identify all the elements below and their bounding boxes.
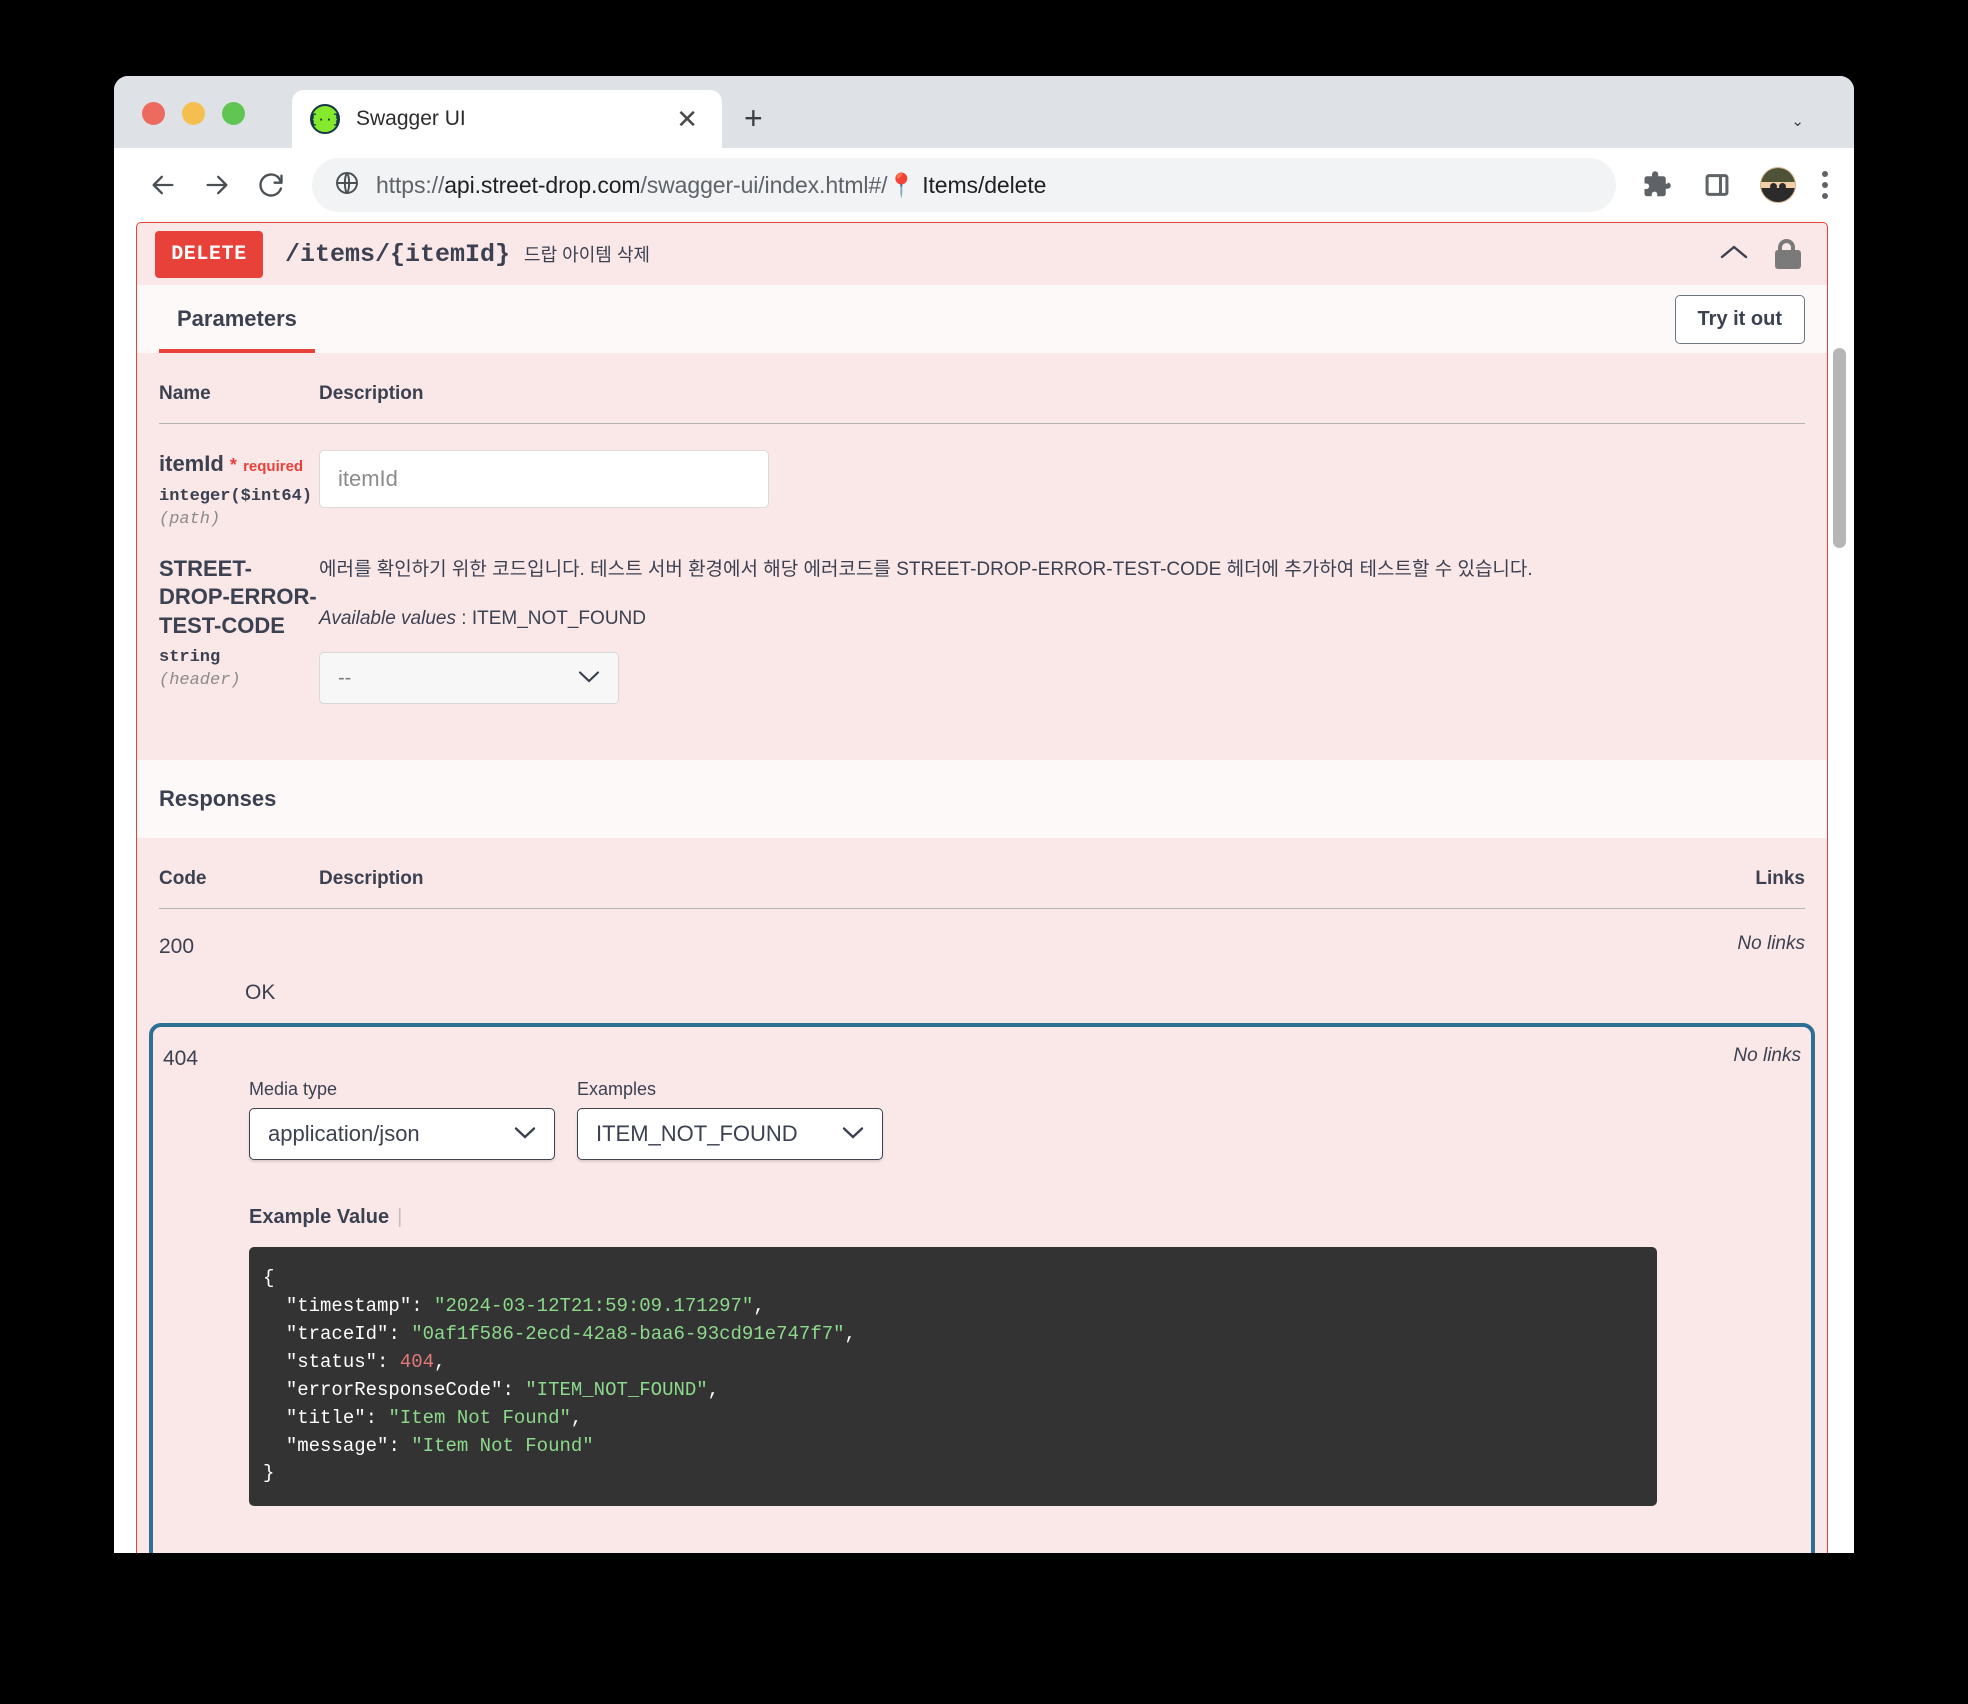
examples-label: Examples xyxy=(577,1079,657,1100)
parameter-name-text: itemId xyxy=(159,451,224,476)
response-code-200: 200 xyxy=(159,935,195,959)
response-description-200: OK xyxy=(245,981,276,1005)
reload-button[interactable] xyxy=(244,158,298,212)
site-info-globe-icon[interactable] xyxy=(334,170,360,201)
response-links-404: No links xyxy=(1733,1045,1801,1067)
media-type-value: application/json xyxy=(268,1121,420,1147)
swagger-favicon-icon: {··} xyxy=(309,104,341,134)
available-values-label: Available values xyxy=(319,608,456,630)
parameters-table: Name Description itemId * required integ… xyxy=(159,353,1805,705)
toolbar-icons xyxy=(1630,167,1832,203)
column-header-description: Description xyxy=(319,353,1805,424)
browser-toolbar: https://api.street-drop.com/swagger-ui/i… xyxy=(114,148,1854,222)
example-value-code-block[interactable]: { "timestamp": "2024-03-12T21:59:09.1712… xyxy=(249,1247,1657,1507)
close-tab-icon[interactable]: ✕ xyxy=(670,106,704,132)
minimize-window-button[interactable] xyxy=(182,102,205,125)
unlocked-padlock-icon[interactable] xyxy=(1775,239,1801,269)
example-value-text: Example Value xyxy=(249,1206,390,1229)
itemid-input[interactable]: itemId xyxy=(319,450,769,508)
parameters-table-header: Name Description xyxy=(159,353,1805,424)
tab-title: Swagger UI xyxy=(356,107,466,130)
example-description-label: Example Description xyxy=(249,1552,1801,1553)
column-header-code: Code xyxy=(159,838,319,910)
close-window-button[interactable] xyxy=(142,102,165,125)
address-bar-url: https://api.street-drop.com/swagger-ui/i… xyxy=(376,171,1047,198)
page-scrollbar-thumb[interactable] xyxy=(1833,348,1846,548)
divider: | xyxy=(397,1206,403,1229)
media-type-select[interactable]: application/json xyxy=(249,1108,555,1161)
window-traffic-lights xyxy=(142,102,245,125)
chevron-down-icon xyxy=(816,1124,864,1144)
parameter-description: 에러를 확인하기 위한 코드입니다. 테스트 서버 환경에서 해당 에러코드를 … xyxy=(319,558,1533,580)
back-button[interactable] xyxy=(136,158,190,212)
examples-value: ITEM_NOT_FOUND xyxy=(596,1121,798,1147)
operation-tabs: Parameters Try it out xyxy=(137,285,1827,353)
responses-table: Code Description Links xyxy=(159,838,1805,910)
parameter-type: string xyxy=(159,648,221,668)
parameter-row-itemid: itemId * required integer($int64) (path)… xyxy=(159,424,1805,529)
media-type-label: Media type xyxy=(249,1079,338,1100)
parameter-name-cell: itemId * required integer($int64) (path) xyxy=(159,424,319,529)
response-links-200: No links xyxy=(1737,933,1805,955)
select-value: -- xyxy=(338,666,352,689)
parameter-name-cell: STREET-DROP-ERROR-TEST-CODE string (head… xyxy=(159,529,319,704)
browser-tab-swagger-ui[interactable]: {··} Swagger UI ✕ xyxy=(292,90,722,148)
example-value-label: Example Value | xyxy=(249,1206,1801,1229)
response-code-404: 404 xyxy=(163,1047,199,1071)
examples-select[interactable]: ITEM_NOT_FOUND xyxy=(577,1108,883,1161)
parameters-section: Name Description itemId * required integ… xyxy=(137,353,1827,761)
response-row-200: 200 No links OK xyxy=(159,909,1805,1005)
new-tab-button[interactable]: + xyxy=(744,102,763,134)
error-test-code-select[interactable]: -- xyxy=(319,652,619,705)
responses-section: Code Description Links 200 No links OK 4… xyxy=(137,838,1827,1553)
operation-path: /items/{itemId} xyxy=(285,239,511,269)
responses-section-title: Responses xyxy=(137,760,1827,839)
profile-avatar[interactable] xyxy=(1760,167,1796,203)
operation-body: Parameters Try it out Name Description i… xyxy=(137,285,1827,1553)
browser-menu-icon[interactable] xyxy=(1822,171,1828,199)
try-it-out-button[interactable]: Try it out xyxy=(1674,294,1805,344)
parameter-row-error-test-code: STREET-DROP-ERROR-TEST-CODE string (head… xyxy=(159,529,1805,705)
available-values-list: ITEM_NOT_FOUND xyxy=(471,608,646,630)
available-values: Available values : ITEM_NOT_FOUND xyxy=(319,608,646,630)
tab-parameters[interactable]: Parameters xyxy=(159,285,315,353)
maximize-window-button[interactable] xyxy=(222,102,245,125)
browser-window: {··} Swagger UI ✕ + ⌄ https://api.street… xyxy=(114,76,1854,1553)
page-scrollbar-track[interactable] xyxy=(1833,222,1850,1553)
operation-summary[interactable]: DELETE /items/{itemId} 드랍 아이템 삭제 xyxy=(137,223,1827,285)
parameter-value-cell: itemId xyxy=(319,424,1805,529)
parameter-name: itemId * required xyxy=(159,450,319,479)
parameter-value-cell: 에러를 확인하기 위한 코드입니다. 테스트 서버 환경에서 해당 에러코드를 … xyxy=(319,529,1805,705)
required-asterisk: * xyxy=(229,455,237,475)
required-label: required xyxy=(243,458,304,475)
location-pin-icon: 📍 xyxy=(887,171,916,198)
extensions-puzzle-icon[interactable] xyxy=(1640,168,1674,202)
column-header-description: Description xyxy=(319,838,1655,910)
parameter-location: (path) xyxy=(159,509,221,529)
chevron-down-icon[interactable]: ⌄ xyxy=(1791,112,1804,130)
response-404-dropdowns: Media type application/json Examples ITE… xyxy=(249,1079,1801,1161)
forward-button[interactable] xyxy=(190,158,244,212)
parameter-location: (header) xyxy=(159,671,241,691)
operation-summary-text: 드랍 아이템 삭제 xyxy=(524,245,650,265)
column-header-name: Name xyxy=(159,353,319,424)
responses-table-header: Code Description Links xyxy=(159,838,1805,910)
operation-block-delete-items: DELETE /items/{itemId} 드랍 아이템 삭제 Paramet… xyxy=(136,222,1828,1553)
chevron-down-icon xyxy=(488,1124,536,1144)
media-type-group: Media type application/json xyxy=(249,1079,555,1161)
tab-strip: {··} Swagger UI ✕ + ⌄ xyxy=(114,76,1854,148)
chevron-down-icon xyxy=(578,668,600,688)
chevron-up-icon[interactable] xyxy=(1719,243,1749,266)
page-viewport: DELETE /items/{itemId} 드랍 아이템 삭제 Paramet… xyxy=(114,222,1854,1553)
parameter-type: integer($int64) xyxy=(159,486,313,506)
address-bar[interactable]: https://api.street-drop.com/swagger-ui/i… xyxy=(312,158,1616,212)
side-panel-icon[interactable] xyxy=(1700,168,1734,202)
parameter-name-text: STREET-DROP-ERROR-TEST-CODE xyxy=(159,555,317,638)
column-header-links: Links xyxy=(1655,838,1805,910)
http-method-badge: DELETE xyxy=(155,230,263,278)
response-row-404-highlighted[interactable]: 404 No links Media type application/json xyxy=(149,1023,1815,1553)
examples-group: Examples ITEM_NOT_FOUND xyxy=(577,1079,883,1161)
